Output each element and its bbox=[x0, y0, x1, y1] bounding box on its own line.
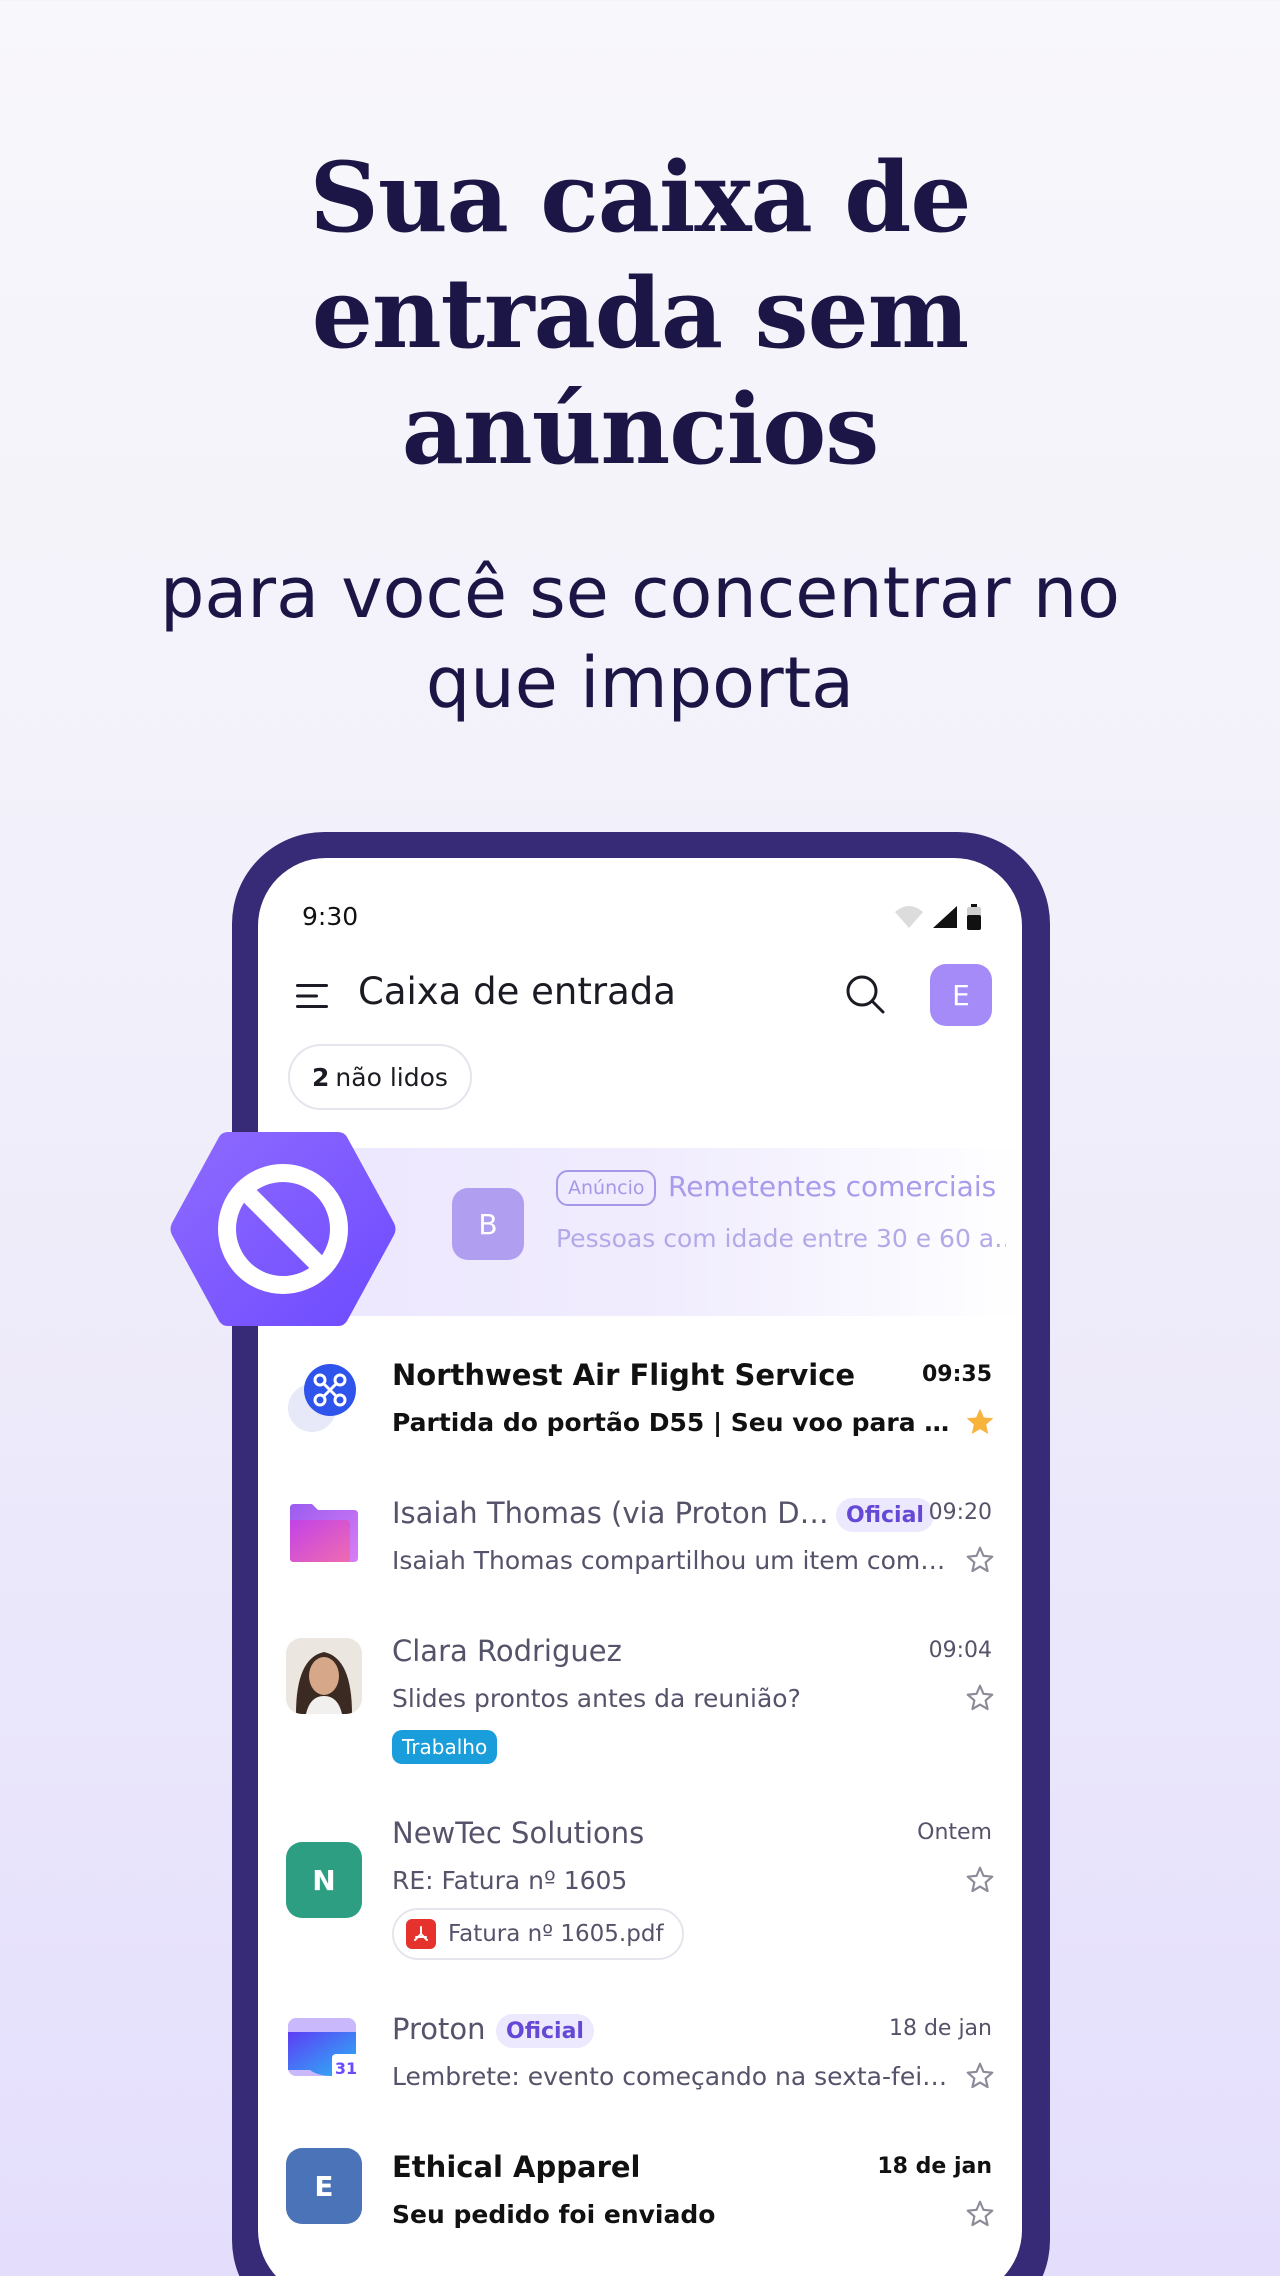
signal-icon bbox=[933, 906, 957, 928]
official-badge: Oficial bbox=[496, 2014, 594, 2048]
mail-time: 18 de jan bbox=[888, 2016, 992, 2041]
person-photo-icon bbox=[286, 1638, 362, 1714]
unread-count: 2 bbox=[312, 1062, 330, 1092]
unread-label: não lidos bbox=[335, 1062, 448, 1092]
star-filled-icon[interactable] bbox=[964, 1406, 996, 1438]
list-item[interactable]: E Ethical Apparel 18 de jan Seu pedido f… bbox=[258, 2140, 1022, 2270]
mail-subject: RE: Fatura nº 1605 bbox=[392, 1866, 628, 1895]
attachment-name: Fatura nº 1605.pdf bbox=[448, 1921, 664, 1947]
list-item[interactable]: Northwest Air Flight Service 09:35 Parti… bbox=[258, 1348, 1022, 1478]
mail-subject: Slides prontos antes da reunião? bbox=[392, 1684, 801, 1713]
hero-title-line-2: entrada sem bbox=[311, 257, 969, 370]
mail-time: 09:35 bbox=[921, 1362, 992, 1387]
hero-title-line-1: Sua caixa de bbox=[309, 141, 972, 254]
mail-subject: Isaiah Thomas compartilhou um item com v… bbox=[392, 1546, 952, 1575]
mail-sender: Northwest Air Flight Service bbox=[392, 1358, 856, 1392]
mail-sender: Clara Rodriguez bbox=[392, 1634, 622, 1668]
acrobat-icon bbox=[414, 1926, 428, 1941]
mail-time: Ontem bbox=[917, 1820, 992, 1845]
label-chip-work: Trabalho bbox=[392, 1730, 498, 1764]
star-icon[interactable] bbox=[964, 1864, 996, 1896]
attachment-chip[interactable]: Fatura nº 1605.pdf bbox=[392, 1908, 684, 1960]
mail-time: 09:20 bbox=[928, 1500, 992, 1525]
no-ads-icon bbox=[170, 1132, 396, 1326]
battery-icon bbox=[967, 904, 981, 930]
official-badge: Oficial bbox=[836, 1498, 934, 1532]
mail-sender: Ethical Apparel bbox=[392, 2150, 641, 2184]
mail-sender: NewTec Solutions bbox=[392, 1816, 645, 1850]
mail-time: 09:04 bbox=[928, 1638, 992, 1663]
hero-title: Sua caixa de entrada sem anúncios bbox=[0, 140, 1280, 488]
ad-avatar: B bbox=[452, 1188, 524, 1260]
calendar-day: 31 bbox=[335, 2059, 357, 2078]
contact-photo bbox=[286, 1638, 362, 1714]
list-item[interactable]: N NewTec Solutions Ontem RE: Fatura nº 1… bbox=[258, 1806, 1022, 1986]
mail-subject: Partida do portão D55 | Seu voo para Lon… bbox=[392, 1408, 952, 1437]
wifi-icon bbox=[895, 906, 923, 928]
star-icon[interactable] bbox=[964, 1682, 996, 1714]
flight-service-avatar bbox=[286, 1358, 362, 1434]
mail-subject: Seu pedido foi enviado bbox=[392, 2200, 716, 2229]
ad-sender: Remetentes comerciais bbox=[668, 1170, 997, 1203]
status-icons bbox=[894, 904, 982, 930]
contact-avatar: E bbox=[286, 2148, 362, 2224]
page-title: Caixa de entrada bbox=[358, 970, 676, 1013]
hero-subtitle: para você se concentrar no que importa bbox=[0, 548, 1280, 728]
mail-time: 18 de jan bbox=[877, 2154, 992, 2179]
pdf-icon bbox=[406, 1919, 436, 1949]
ad-badge: Anúncio bbox=[556, 1170, 657, 1206]
status-time: 9:30 bbox=[302, 902, 359, 931]
star-icon[interactable] bbox=[964, 2060, 996, 2092]
menu-icon[interactable] bbox=[294, 978, 330, 1014]
list-item[interactable]: Isaiah Thomas (via Proton Dri… Oficial 0… bbox=[258, 1486, 1022, 1616]
unread-filter-chip[interactable]: 2 não lidos bbox=[288, 1044, 472, 1110]
hero-subtitle-line-1: para você se concentrar no bbox=[159, 552, 1121, 634]
folder-icon bbox=[290, 1504, 358, 1562]
hero-title-line-3: anúncios bbox=[401, 373, 880, 486]
search-icon[interactable] bbox=[843, 972, 887, 1016]
star-icon[interactable] bbox=[964, 2198, 996, 2230]
contact-avatar: N bbox=[286, 1842, 362, 1918]
mail-subject: Lembrete: evento começando na sexta-feir… bbox=[392, 2062, 952, 2091]
list-item[interactable]: Clara Rodriguez 09:04 Slides prontos ant… bbox=[258, 1624, 1022, 1794]
account-avatar[interactable]: E bbox=[930, 964, 992, 1026]
hero-subtitle-line-2: que importa bbox=[425, 642, 855, 724]
flight-logo-icon bbox=[288, 1364, 356, 1432]
star-icon[interactable] bbox=[964, 1544, 996, 1576]
mail-sender: Isaiah Thomas (via Proton Dri… bbox=[392, 1496, 832, 1530]
calendar-icon: 31 bbox=[288, 2018, 360, 2080]
phone-screen: 9:30 Caixa de entrada E 2 não lidos B An… bbox=[258, 858, 1022, 2276]
ad-preview: Pessoas com idade entre 30 e 60 a… bbox=[556, 1224, 1006, 1253]
list-item[interactable]: 31 Proton Oficial 18 de jan Lembrete: ev… bbox=[258, 2002, 1022, 2132]
